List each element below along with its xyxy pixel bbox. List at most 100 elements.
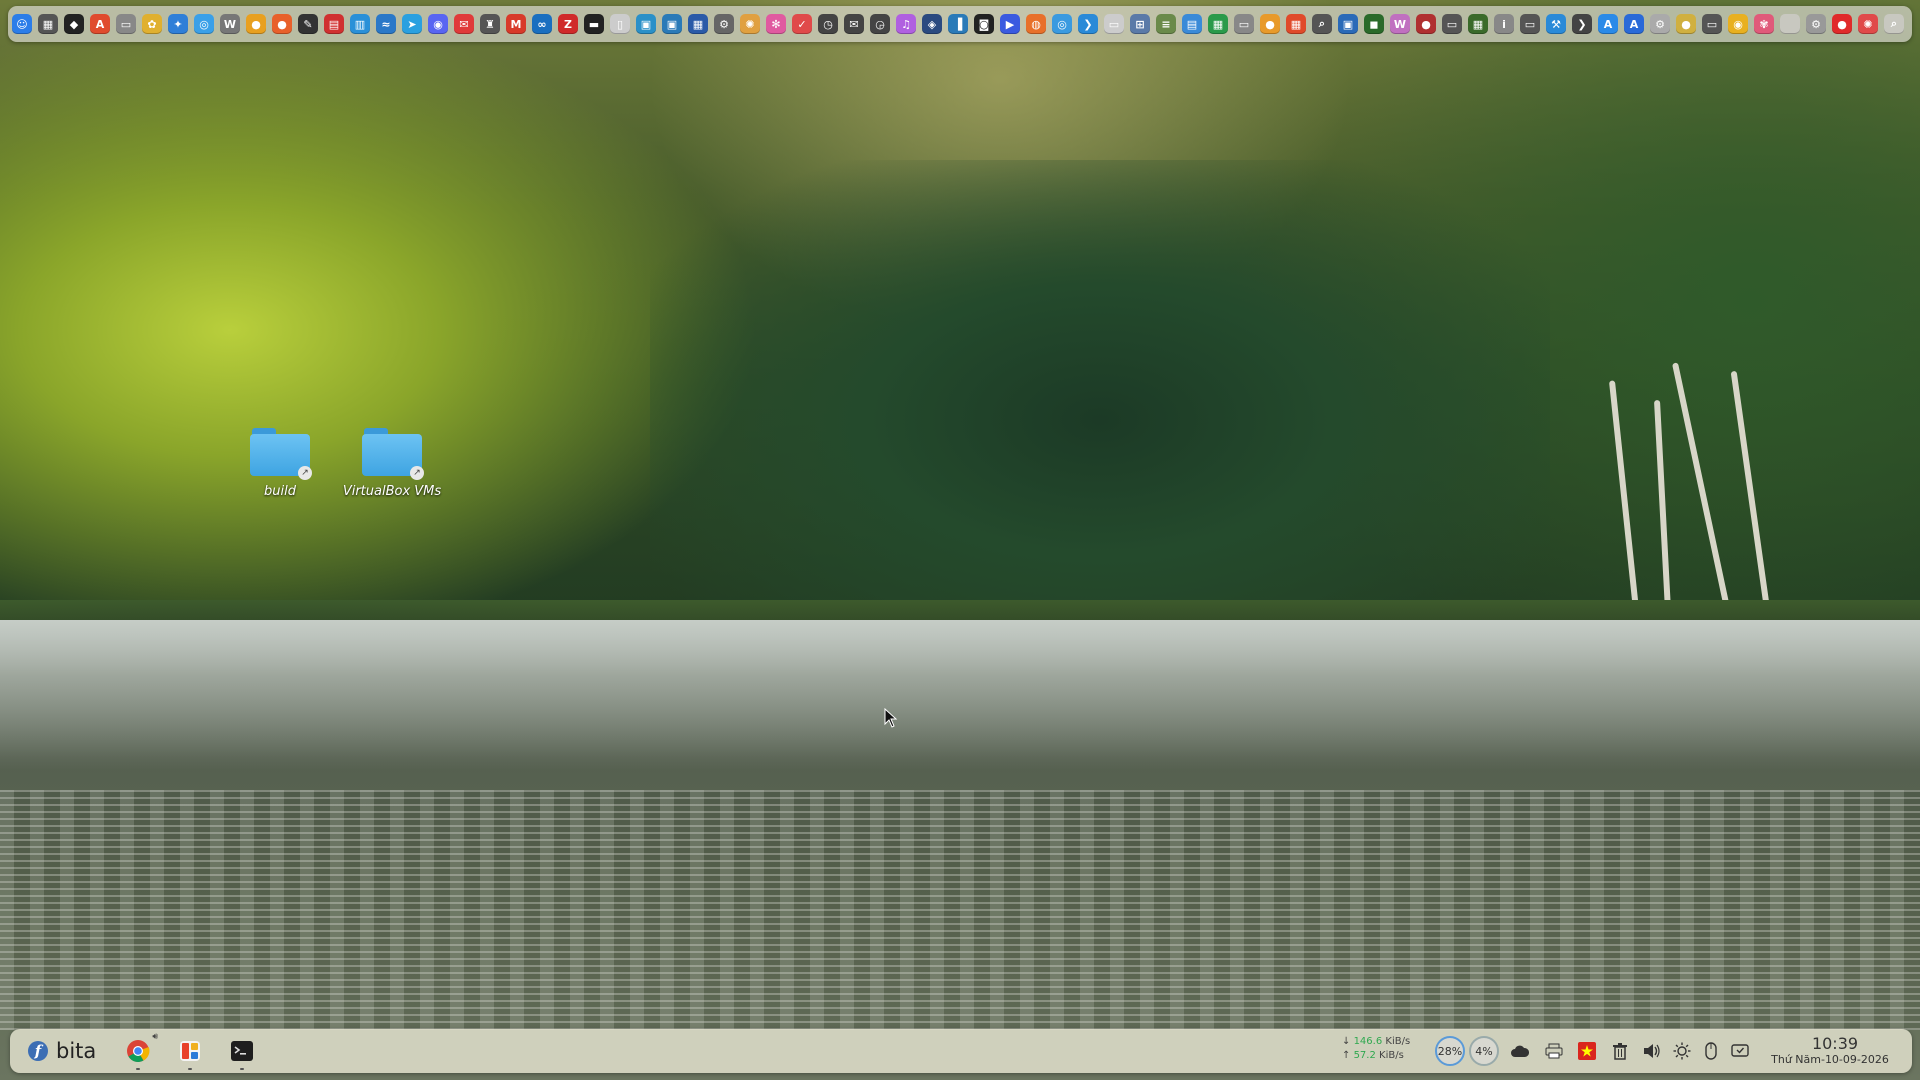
mail-send-icon[interactable]: ✉ bbox=[844, 14, 864, 34]
files-icon[interactable]: ▭ bbox=[1234, 14, 1254, 34]
video-icon[interactable]: ▶ bbox=[1000, 14, 1020, 34]
butterfly-icon[interactable]: ✿ bbox=[142, 14, 162, 34]
cpu-usage-gauge[interactable]: 28% bbox=[1435, 1036, 1465, 1066]
upload-arrow-icon: ↑ bbox=[1342, 1050, 1354, 1061]
app-store-icon[interactable]: A bbox=[90, 14, 110, 34]
mail-icon[interactable]: ✉ bbox=[454, 14, 474, 34]
tasks-icon[interactable]: ✓ bbox=[792, 14, 812, 34]
xcode-icon[interactable]: ⚒ bbox=[1546, 14, 1566, 34]
office-icon[interactable]: ▦ bbox=[1286, 14, 1306, 34]
memory-usage-gauge[interactable]: 4% bbox=[1469, 1036, 1499, 1066]
vietnam-flag-icon[interactable] bbox=[1577, 1041, 1597, 1061]
clock2-icon[interactable]: ◶ bbox=[870, 14, 890, 34]
vpn-icon[interactable]: ◈ bbox=[922, 14, 942, 34]
flower-icon[interactable]: ✾ bbox=[1754, 14, 1774, 34]
printer-icon[interactable] bbox=[1544, 1041, 1564, 1061]
compass-icon[interactable]: ✦ bbox=[168, 14, 188, 34]
trash-icon[interactable] bbox=[1610, 1041, 1630, 1061]
disk-icon[interactable]: ▭ bbox=[116, 14, 136, 34]
folder-icon: ↗ bbox=[250, 428, 312, 480]
inkscape-icon[interactable]: ✎ bbox=[298, 14, 318, 34]
music-icon[interactable]: ♫ bbox=[896, 14, 916, 34]
vscode-icon[interactable]: ❯ bbox=[1078, 14, 1098, 34]
coin-icon[interactable]: ● bbox=[1676, 14, 1696, 34]
telegram-icon[interactable]: ➤ bbox=[402, 14, 422, 34]
photos-icon[interactable]: ✺ bbox=[740, 14, 760, 34]
discord-icon[interactable]: ◉ bbox=[428, 14, 448, 34]
firefox-icon[interactable]: ● bbox=[272, 14, 292, 34]
orange-app-icon[interactable]: ● bbox=[1260, 14, 1280, 34]
network-speed-widget[interactable]: ↓ 146.6 KiB/s ↑ 57.2 KiB/s bbox=[1342, 1035, 1432, 1063]
drive-icon[interactable]: ▭ bbox=[1520, 14, 1540, 34]
laptop-icon[interactable]: ▭ bbox=[1702, 14, 1722, 34]
search-app-icon[interactable]: ⌕ bbox=[1312, 14, 1332, 34]
display-icon[interactable]: ▭ bbox=[1442, 14, 1462, 34]
arrow-icon[interactable]: ❯ bbox=[1572, 14, 1592, 34]
network-icon[interactable]: ⊞ bbox=[1130, 14, 1150, 34]
taskbar-terminal[interactable] bbox=[228, 1037, 256, 1070]
desktop-folder-build[interactable]: ↗ build bbox=[225, 428, 335, 499]
settings-icon[interactable]: ⚙ bbox=[714, 14, 734, 34]
preview-icon[interactable]: ▣ bbox=[636, 14, 656, 34]
notebook-icon[interactable]: ▯ bbox=[610, 14, 630, 34]
taskbar-office[interactable] bbox=[176, 1037, 204, 1070]
sidebar-icon[interactable]: ▐ bbox=[948, 14, 968, 34]
wiki-icon[interactable]: W bbox=[220, 14, 240, 34]
brightness-icon[interactable] bbox=[1672, 1041, 1692, 1061]
clock-date[interactable]: Thứ Năm-10-09-2026 bbox=[1750, 1053, 1910, 1066]
gmail-icon[interactable]: M bbox=[506, 14, 526, 34]
security-shield-icon[interactable] bbox=[1730, 1041, 1750, 1061]
search-icon[interactable]: ⌕ bbox=[1884, 14, 1904, 34]
filezilla-icon[interactable]: Z bbox=[558, 14, 578, 34]
settings2-icon[interactable]: ⚙ bbox=[1806, 14, 1826, 34]
top-dock: ☺ ▦ ◆ A ▭ ✿ ✦ ◎ W ● ● ✎ ▤ ▥ ≈ ➤ ◉ ✉ ♜ M ∞ Z ▬ ▯ ▣ ▣ ▦ ⚙ ✺ ✻ ✓ ◷ ✉ ◶ ♫ ◈ ▐ ◙ ▶ ◍… bbox=[8, 6, 1912, 42]
office-suite-icon bbox=[180, 1041, 200, 1061]
mouse-device-icon[interactable] bbox=[1701, 1041, 1721, 1061]
media-icon[interactable]: ◙ bbox=[974, 14, 994, 34]
chrome-icon[interactable]: ● bbox=[246, 14, 266, 34]
record-icon[interactable]: ● bbox=[1416, 14, 1436, 34]
info-icon[interactable]: i bbox=[1494, 14, 1514, 34]
pdf-icon[interactable]: ▤ bbox=[324, 14, 344, 34]
grid-app-icon[interactable]: ▥ bbox=[350, 14, 370, 34]
blueprint-icon[interactable]: ▦ bbox=[688, 14, 708, 34]
db-icon[interactable]: ≡ bbox=[1156, 14, 1176, 34]
volume-icon[interactable] bbox=[1642, 1041, 1662, 1061]
terminal-icon[interactable]: ▬ bbox=[584, 14, 604, 34]
appstore-blue-icon[interactable]: A bbox=[1598, 14, 1618, 34]
chrome-dev-icon[interactable]: ◉ bbox=[1728, 14, 1748, 34]
audio-playing-icon: 🔊︎ bbox=[152, 1031, 158, 1041]
teams-icon[interactable]: ▣ bbox=[1338, 14, 1358, 34]
finder-icon[interactable]: ☺ bbox=[12, 14, 32, 34]
calculator-icon[interactable]: ▦ bbox=[38, 14, 58, 34]
monitor-icon[interactable]: ▣ bbox=[662, 14, 682, 34]
docs-icon[interactable]: ▤ bbox=[1182, 14, 1202, 34]
linux-tux-icon[interactable]: ◆ bbox=[64, 14, 84, 34]
gift-icon[interactable]: ♜ bbox=[480, 14, 500, 34]
nvidia-icon[interactable]: ◼ bbox=[1364, 14, 1384, 34]
writer-icon[interactable]: W bbox=[1390, 14, 1410, 34]
font-icon[interactable]: A bbox=[1624, 14, 1644, 34]
taskbar: f bita 🔊︎ ↓ 146.6 KiB/s ↑ 57.2 KiB/s 28%… bbox=[10, 1029, 1912, 1073]
sheets-icon[interactable]: ▦ bbox=[1208, 14, 1228, 34]
desktop-wallpaper bbox=[0, 0, 1920, 1080]
gear2-icon[interactable]: ⚙ bbox=[1650, 14, 1670, 34]
safari-icon[interactable]: ◎ bbox=[194, 14, 214, 34]
app-launcher-button[interactable]: f bita bbox=[28, 1036, 96, 1066]
taskbar-chrome[interactable]: 🔊︎ bbox=[124, 1031, 158, 1070]
chrome-icon bbox=[127, 1040, 150, 1062]
browser-icon[interactable]: ◎ bbox=[1052, 14, 1072, 34]
desktop-folder-virtualbox-vms[interactable]: ↗ VirtualBox VMs bbox=[337, 428, 447, 499]
wave-icon[interactable]: ≈ bbox=[376, 14, 396, 34]
pinwheel-icon[interactable]: ✻ bbox=[766, 14, 786, 34]
clock-icon[interactable]: ◷ bbox=[818, 14, 838, 34]
minecraft-icon[interactable]: ▦ bbox=[1468, 14, 1488, 34]
blank-icon[interactable] bbox=[1780, 14, 1800, 34]
ubuntu-icon[interactable]: ◍ bbox=[1026, 14, 1046, 34]
cloud-icon[interactable] bbox=[1510, 1041, 1530, 1061]
clock-time[interactable]: 10:39 bbox=[1770, 1034, 1900, 1053]
notes-icon[interactable]: ▭ bbox=[1104, 14, 1124, 34]
red-app-icon[interactable]: ● bbox=[1832, 14, 1852, 34]
sync-icon[interactable]: ∞ bbox=[532, 14, 552, 34]
gnome-icon[interactable]: ✺ bbox=[1858, 14, 1878, 34]
